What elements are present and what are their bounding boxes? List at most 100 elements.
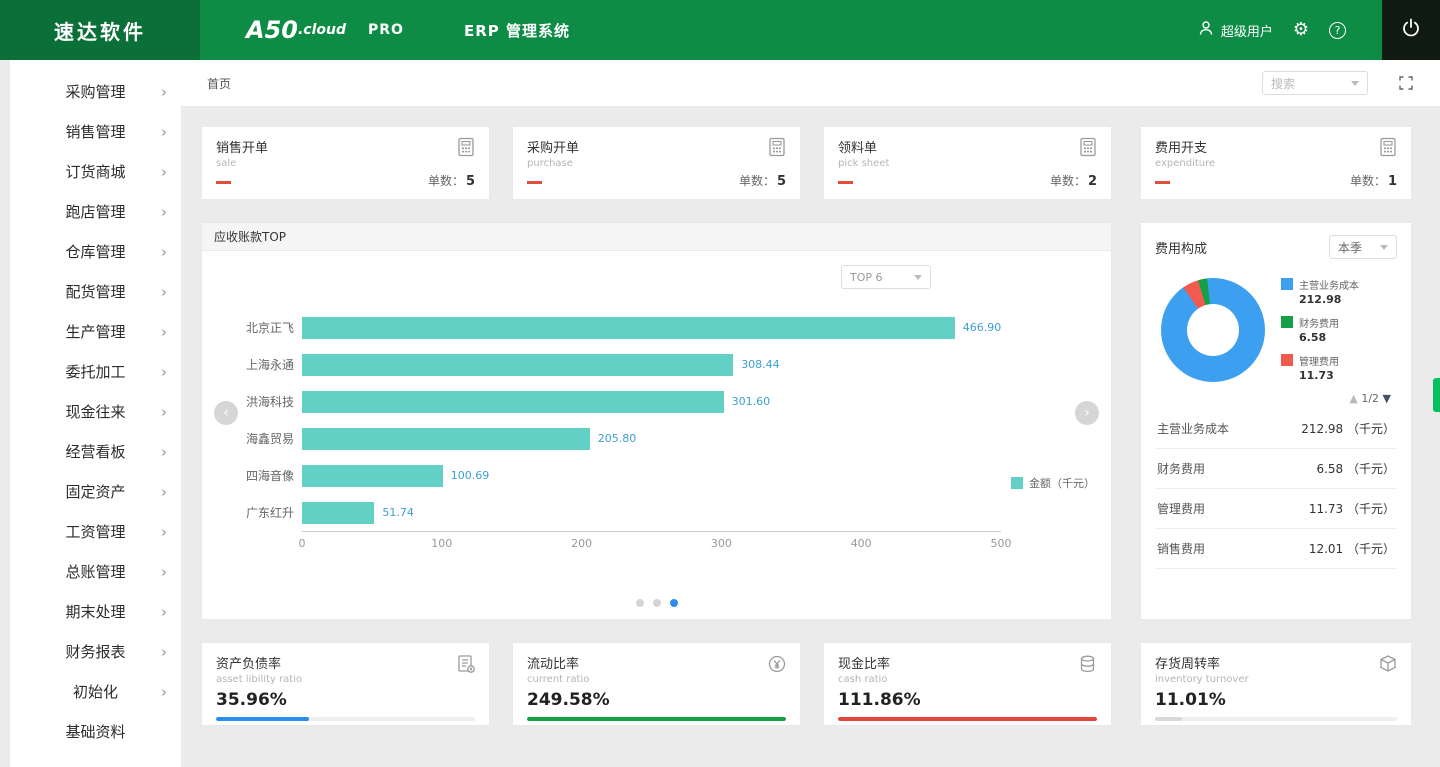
- sidebar-item[interactable]: 配货管理 ›: [10, 272, 181, 312]
- page-down-icon[interactable]: ▼: [1383, 392, 1391, 405]
- x-tick-label: 100: [431, 537, 453, 550]
- sidebar-item[interactable]: 委托加工 ›: [10, 352, 181, 392]
- dashboard-content: 销售开单 sale 单数： 5 采购开单 purchase 单数： 5 领料单 …: [181, 106, 1440, 726]
- stat-card-purchase[interactable]: 采购开单 purchase 单数： 5: [512, 126, 801, 200]
- bar-chart: 北京正飞 466.90 上海永通 308.44 洪海科技 301.60 海鑫贸易 205.80…: [222, 309, 1001, 531]
- sidebar-item[interactable]: 采购管理 ›: [10, 72, 181, 112]
- expense-label: 销售费用: [1157, 542, 1206, 556]
- stat-title: 领料单: [838, 141, 878, 156]
- sidebar-item[interactable]: 现金往来 ›: [10, 392, 181, 432]
- bar-track: 205.80: [302, 427, 1001, 450]
- legend-value: 6.58: [1299, 331, 1327, 344]
- sidebar-item[interactable]: 固定资产 ›: [10, 472, 181, 512]
- power-button[interactable]: [1382, 0, 1440, 60]
- carousel-dot[interactable]: [652, 599, 661, 607]
- chevron-right-icon: ›: [161, 243, 167, 261]
- ratio-title: 流动比率: [527, 657, 580, 672]
- stat-card-expenditure[interactable]: 费用开支 expenditure 单数： 1: [1140, 126, 1412, 200]
- bar[interactable]: [302, 501, 375, 524]
- search-placeholder: 搜索: [1271, 76, 1296, 91]
- sidebar-item[interactable]: 销售管理 ›: [10, 112, 181, 152]
- ratio-value: 249.58%: [527, 690, 610, 710]
- page-up-icon[interactable]: ▲: [1349, 392, 1357, 405]
- bar[interactable]: [302, 427, 590, 450]
- fullscreen-button[interactable]: [1398, 75, 1414, 91]
- edge-quick-tab[interactable]: [1433, 378, 1440, 412]
- carousel-prev-button[interactable]: ‹: [214, 401, 238, 425]
- help-icon[interactable]: ?: [1329, 21, 1346, 39]
- ratio-card-cash[interactable]: 现金比率 cash ratio 111.86%: [823, 642, 1112, 726]
- donut-legend-item: 主营业务成本 212.98: [1281, 277, 1359, 306]
- expense-list-row: 主营业务成本 212.98 （千元）: [1155, 409, 1397, 449]
- header-actions: 超级用户 ⚙ ?: [1197, 0, 1440, 60]
- sidebar-item[interactable]: 初始化 ›: [10, 672, 181, 712]
- period-select[interactable]: 本季: [1329, 235, 1397, 259]
- chart-card-header: 应收账款TOP: [202, 223, 1111, 251]
- progress-fill: [1155, 717, 1182, 721]
- pager-label: 1/2: [1361, 392, 1380, 405]
- main-area: 首页 搜索 销售开单 sale 单数： 5 采购开单 purchase 单数： …: [181, 60, 1440, 767]
- expense-value: 6.58 （千元）: [1316, 462, 1395, 476]
- sidebar-item-label: 固定资产: [65, 483, 126, 501]
- legend-value: 212.98: [1299, 293, 1342, 306]
- chevron-right-icon: ›: [161, 483, 167, 501]
- sidebar-item[interactable]: 财务报表 ›: [10, 632, 181, 672]
- sidebar-item[interactable]: 基础资料: [10, 712, 181, 752]
- sidebar-item[interactable]: 期末处理 ›: [10, 592, 181, 632]
- bar[interactable]: [302, 390, 724, 413]
- ratio-card-asset-liability[interactable]: 资产负债率 asset libility ratio 35.96%: [201, 642, 490, 726]
- carousel-next-button[interactable]: ›: [1075, 401, 1099, 425]
- search-select[interactable]: 搜索: [1262, 71, 1368, 95]
- sidebar-item[interactable]: 生产管理 ›: [10, 312, 181, 352]
- ratio-card-inventory-turnover[interactable]: 存货周转率 inventory turnover 11.01%: [1140, 642, 1412, 726]
- power-icon: [1400, 17, 1422, 43]
- bar[interactable]: [302, 353, 734, 376]
- progress-track: [1155, 717, 1397, 721]
- bar-track: 308.44: [302, 353, 1001, 376]
- sidebar-item[interactable]: 工资管理 ›: [10, 512, 181, 552]
- user-menu[interactable]: 超级用户: [1197, 19, 1273, 41]
- bar[interactable]: [302, 316, 955, 339]
- expense-title: 费用构成: [1155, 241, 1208, 257]
- carousel-dot[interactable]: [635, 599, 644, 607]
- donut-legend-item: 财务费用 6.58: [1281, 315, 1359, 344]
- expense-value: 11.73 （千元）: [1308, 502, 1395, 516]
- bar-category-label: 广东红升: [245, 506, 294, 520]
- sidebar-item-label: 跑店管理: [65, 203, 126, 221]
- sidebar-item[interactable]: 总账管理 ›: [10, 552, 181, 592]
- ratio-card-current[interactable]: 流动比率 current ratio 249.58%: [512, 642, 801, 726]
- expense-label: 管理费用: [1157, 502, 1206, 516]
- bar[interactable]: [302, 464, 443, 487]
- top-filter-select[interactable]: TOP 6: [841, 265, 931, 289]
- right-column: 费用开支 expenditure 单数： 1 费用构成 本季 主营业务成本 21…: [1140, 126, 1412, 726]
- expense-list: 主营业务成本 212.98 （千元） 财务费用 6.58 （千元） 管理费用 11.73 …: [1155, 409, 1397, 569]
- sidebar-item[interactable]: 仓库管理 ›: [10, 232, 181, 272]
- sidebar-item-label: 仓库管理: [65, 243, 126, 261]
- legend-label: 管理费用: [1299, 357, 1339, 368]
- expense-label: 主营业务成本: [1157, 422, 1230, 436]
- sidebar-item[interactable]: 经营看板 ›: [10, 432, 181, 472]
- bar-row: 洪海科技 301.60: [222, 383, 1001, 420]
- stat-subtitle: pick sheet: [838, 158, 890, 169]
- receivables-top-card: 应收账款TOP TOP 6 北京正飞 466.90 上海永通 308.44 洪海科技 30…: [201, 222, 1112, 620]
- stat-count: 单数： 2: [1049, 174, 1097, 189]
- bar-track: 100.69: [302, 464, 1001, 487]
- chevron-down-icon: [1351, 80, 1359, 86]
- chevron-right-icon: ›: [161, 643, 167, 661]
- progress-fill: [838, 717, 1097, 721]
- chevron-right-icon: ›: [161, 323, 167, 341]
- calculator-icon: [766, 136, 788, 162]
- sidebar-item[interactable]: 订货商城 ›: [10, 152, 181, 192]
- ledger-icon: [455, 653, 477, 679]
- gear-icon[interactable]: ⚙: [1293, 21, 1309, 39]
- stat-card-sale[interactable]: 销售开单 sale 单数： 5: [201, 126, 490, 200]
- x-tick-label: 0: [298, 537, 306, 550]
- fullscreen-icon: [1399, 76, 1413, 90]
- carousel-dot[interactable]: [669, 599, 678, 607]
- chevron-right-icon: ›: [161, 563, 167, 581]
- sidebar-item[interactable]: 跑店管理 ›: [10, 192, 181, 232]
- bar-value-label: 100.69: [450, 469, 490, 482]
- stat-card-pick-sheet[interactable]: 领料单 pick sheet 单数： 2: [823, 126, 1112, 200]
- breadcrumb-home-tab[interactable]: 首页: [207, 75, 231, 92]
- chevron-right-icon: ›: [161, 363, 167, 381]
